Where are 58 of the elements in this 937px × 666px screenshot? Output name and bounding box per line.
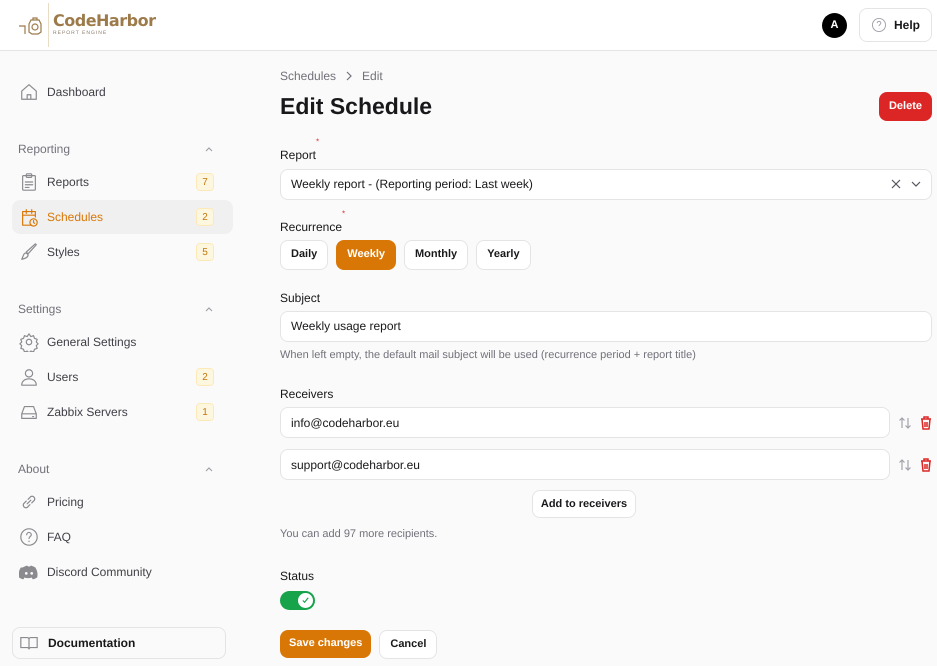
help-icon: [870, 17, 887, 33]
section-heading: About: [18, 461, 50, 478]
chevron-down-icon[interactable]: [911, 179, 921, 189]
field-label: Report: [280, 146, 316, 162]
page-title: Edit Schedule: [280, 92, 432, 121]
settings-icon: [19, 332, 39, 352]
help-text: When left empty, the default mail subject will be used (recurrence period + report title): [280, 348, 697, 362]
count-badge: 1: [196, 403, 214, 421]
input-field[interactable]: Weekly usage report: [280, 310, 932, 342]
clear-icon[interactable]: [891, 179, 901, 189]
avatar[interactable]: A: [822, 12, 847, 38]
field-label: Recurrence: [280, 218, 342, 234]
help-button[interactable]: Help: [858, 8, 932, 42]
count-badge: 2: [196, 368, 214, 386]
cancel-button[interactable]: Cancel: [379, 630, 438, 658]
recurrence-option[interactable]: Yearly: [476, 240, 531, 270]
sort-icon[interactable]: [898, 416, 912, 430]
recurrence-option[interactable]: Daily: [280, 240, 328, 270]
trash-icon[interactable]: [920, 458, 932, 472]
sidebar-item[interactable]: Styles 5: [12, 235, 233, 269]
sidebar-item[interactable]: Users 2: [12, 360, 233, 394]
field-label: Receivers: [280, 386, 334, 401]
sidebar-item[interactable]: Pricing: [12, 485, 233, 519]
help-text: You can add 97 more recipients.: [280, 527, 438, 542]
sidebar-item[interactable]: FAQ: [12, 520, 233, 554]
breadcrumb-item: Edit: [362, 68, 383, 85]
house-icon: [19, 82, 39, 102]
trash-icon[interactable]: [920, 416, 932, 430]
breadcrumb-link[interactable]: Schedules: [280, 67, 336, 85]
field-label: Subject: [280, 290, 320, 304]
count-badge: 7: [196, 173, 214, 191]
check-icon: [301, 596, 310, 604]
input-field[interactable]: info@codeharbor.eu: [280, 407, 890, 438]
sort-icon[interactable]: [898, 458, 912, 472]
sidebar-item[interactable]: General Settings: [12, 325, 233, 359]
logo-wordmark: CodeHarbor: [53, 12, 156, 30]
recurrence-option[interactable]: Monthly: [404, 240, 468, 270]
input-field[interactable]: support@codeharbor.eu: [280, 449, 890, 480]
user-icon: [19, 367, 39, 387]
field-label: Status: [280, 568, 314, 582]
brush-icon: [19, 242, 39, 262]
sidebar-item[interactable]: Dashboard: [12, 75, 233, 109]
count-badge: 2: [196, 208, 214, 226]
documentation-button[interactable]: Documentation: [12, 627, 226, 659]
count-badge: 5: [196, 243, 214, 261]
chevron-right-icon: [344, 71, 354, 81]
select-field[interactable]: Weekly report - (Reporting period: Last week): [280, 168, 932, 200]
sidebar-item[interactable]: Discord Community: [12, 555, 233, 589]
status-toggle[interactable]: [280, 590, 315, 610]
delete-button[interactable]: Delete: [878, 92, 932, 121]
help-icon: [19, 527, 39, 547]
section-heading: Settings: [18, 301, 62, 318]
add-receivers-button[interactable]: Add to receivers: [532, 490, 636, 518]
calendar-clock-icon: [19, 207, 39, 227]
sidebar-item[interactable]: Reports 7: [12, 165, 233, 199]
section-heading: Reporting: [18, 141, 70, 158]
sidebar-item[interactable]: Zabbix Servers 1: [12, 395, 233, 429]
clipboard-icon: [19, 172, 39, 192]
